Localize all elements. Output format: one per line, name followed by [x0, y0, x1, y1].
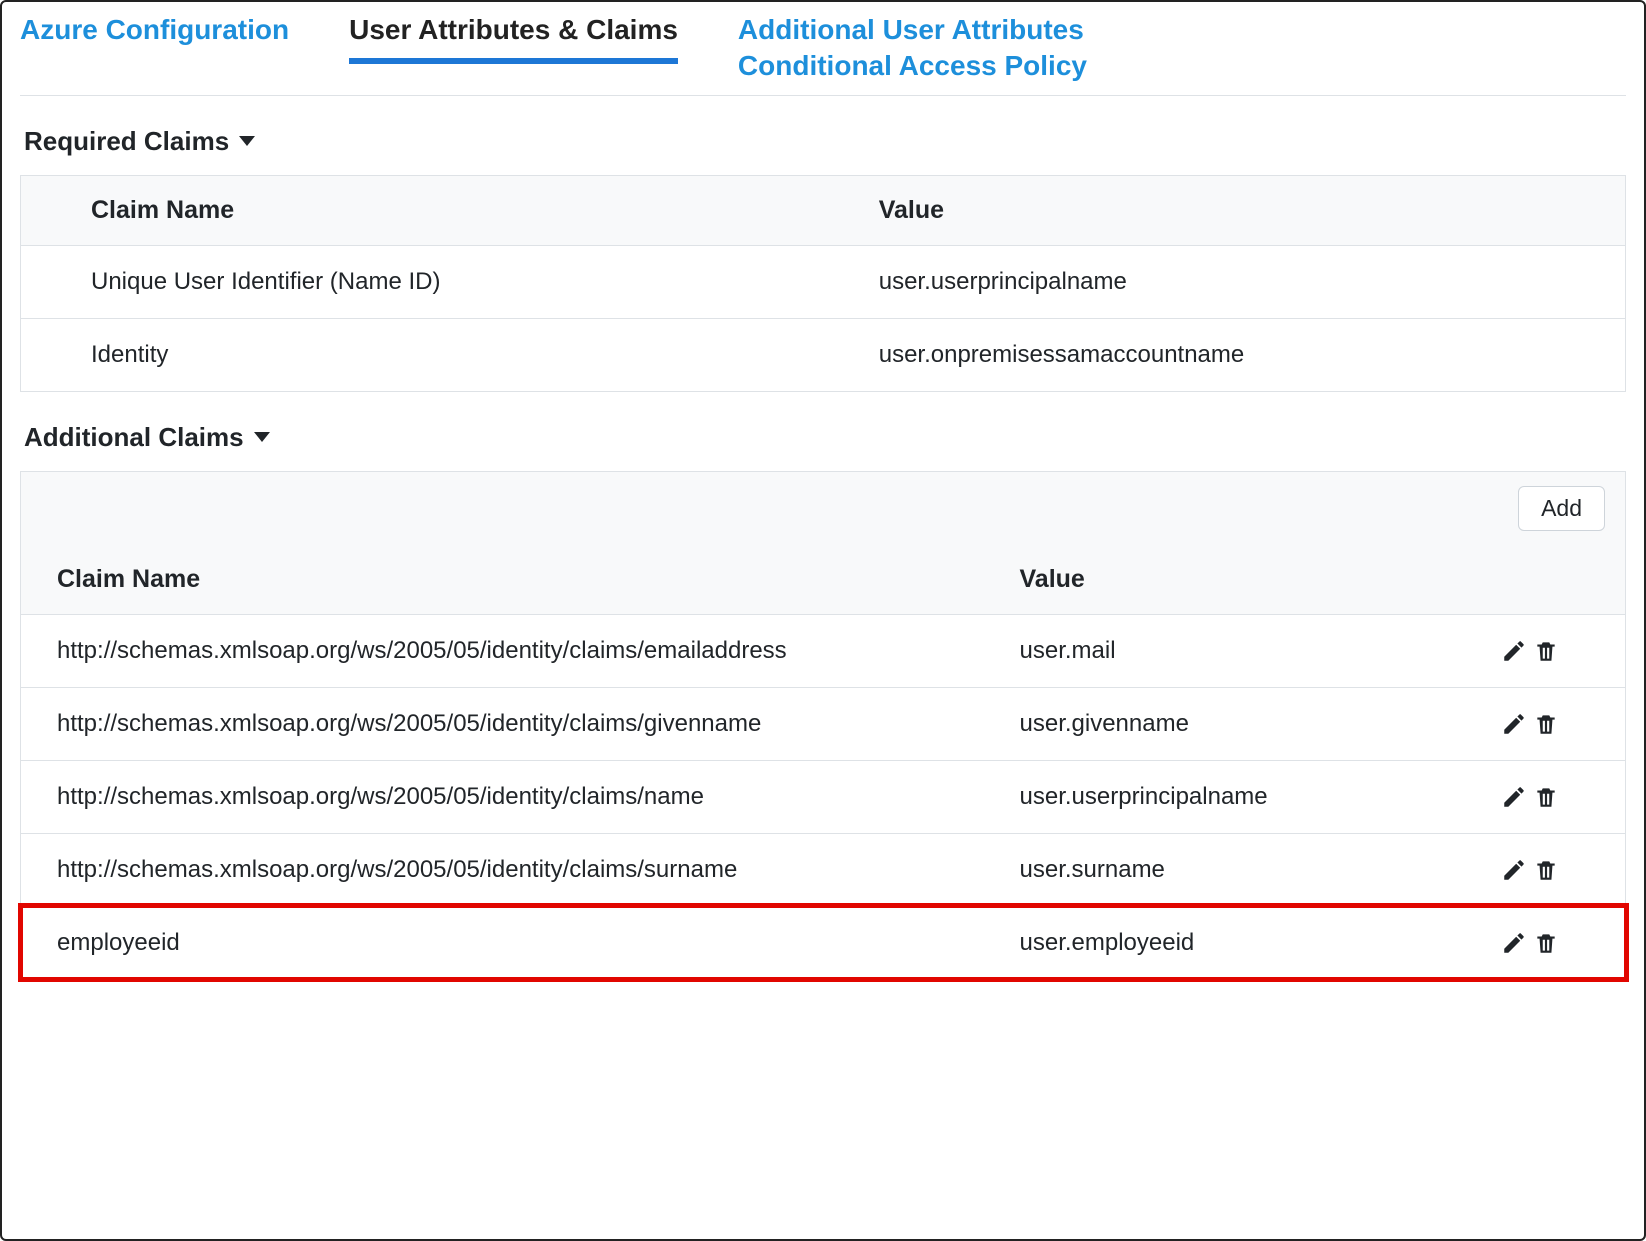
- tab-user-attributes-claims[interactable]: User Attributes & Claims: [349, 8, 678, 64]
- additional-claims-table: Add Claim Name Value http://schemas.xmls…: [20, 471, 1626, 980]
- tab-additional-attributes-policy[interactable]: Additional User Attributes Conditional A…: [738, 8, 1087, 95]
- caret-down-icon: [254, 432, 270, 442]
- row-actions: [1465, 687, 1626, 760]
- claim-value-cell: user.employeeid: [984, 906, 1466, 979]
- table-row: http://schemas.xmlsoap.org/ws/2005/05/id…: [21, 760, 1626, 833]
- claim-name-cell: http://schemas.xmlsoap.org/ws/2005/05/id…: [21, 687, 984, 760]
- tab-line2: Conditional Access Policy: [738, 48, 1087, 84]
- row-actions: [1465, 906, 1626, 979]
- row-actions: [1465, 760, 1626, 833]
- table-row: Unique User Identifier (Name ID)user.use…: [21, 245, 1626, 318]
- col-actions: [1465, 545, 1626, 615]
- edit-icon[interactable]: [1501, 711, 1527, 737]
- table-row: Identityuser.onpremisessamaccountname: [21, 318, 1626, 391]
- delete-icon[interactable]: [1533, 711, 1559, 737]
- row-actions: [1465, 614, 1626, 687]
- table-row: http://schemas.xmlsoap.org/ws/2005/05/id…: [21, 614, 1626, 687]
- tab-line1: Additional User Attributes: [738, 12, 1087, 48]
- claim-value-cell: user.onpremisessamaccountname: [809, 318, 1626, 391]
- col-claim-name: Claim Name: [21, 175, 809, 245]
- col-value: Value: [984, 545, 1466, 615]
- required-claims-label: Required Claims: [24, 126, 229, 157]
- tab-azure-configuration[interactable]: Azure Configuration: [20, 8, 289, 58]
- edit-icon[interactable]: [1501, 784, 1527, 810]
- claim-value-cell: user.userprincipalname: [984, 760, 1466, 833]
- delete-icon[interactable]: [1533, 857, 1559, 883]
- claim-name-cell: Identity: [21, 318, 809, 391]
- claim-name-cell: http://schemas.xmlsoap.org/ws/2005/05/id…: [21, 833, 984, 906]
- additional-claims-header[interactable]: Additional Claims: [24, 422, 1626, 453]
- edit-icon[interactable]: [1501, 930, 1527, 956]
- delete-icon[interactable]: [1533, 638, 1559, 664]
- add-button[interactable]: Add: [1518, 486, 1605, 531]
- required-claims-header[interactable]: Required Claims: [24, 126, 1626, 157]
- table-row: employeeiduser.employeeid: [21, 906, 1626, 979]
- table-row: http://schemas.xmlsoap.org/ws/2005/05/id…: [21, 687, 1626, 760]
- caret-down-icon: [239, 136, 255, 146]
- claim-name-cell: employeeid: [21, 906, 984, 979]
- delete-icon[interactable]: [1533, 784, 1559, 810]
- claim-value-cell: user.mail: [984, 614, 1466, 687]
- table-row: http://schemas.xmlsoap.org/ws/2005/05/id…: [21, 833, 1626, 906]
- additional-claims-label: Additional Claims: [24, 422, 244, 453]
- edit-icon[interactable]: [1501, 638, 1527, 664]
- col-value: Value: [809, 175, 1626, 245]
- claim-value-cell: user.surname: [984, 833, 1466, 906]
- required-claims-table: Claim Name Value Unique User Identifier …: [20, 175, 1626, 392]
- col-claim-name: Claim Name: [21, 545, 984, 615]
- claim-name-cell: http://schemas.xmlsoap.org/ws/2005/05/id…: [21, 614, 984, 687]
- edit-icon[interactable]: [1501, 857, 1527, 883]
- claim-name-cell: Unique User Identifier (Name ID): [21, 245, 809, 318]
- row-actions: [1465, 833, 1626, 906]
- claim-name-cell: http://schemas.xmlsoap.org/ws/2005/05/id…: [21, 760, 984, 833]
- claim-value-cell: user.userprincipalname: [809, 245, 1626, 318]
- claim-value-cell: user.givenname: [984, 687, 1466, 760]
- tab-bar: Azure Configuration User Attributes & Cl…: [20, 2, 1626, 96]
- delete-icon[interactable]: [1533, 930, 1559, 956]
- additional-toolbar: Add: [21, 471, 1626, 545]
